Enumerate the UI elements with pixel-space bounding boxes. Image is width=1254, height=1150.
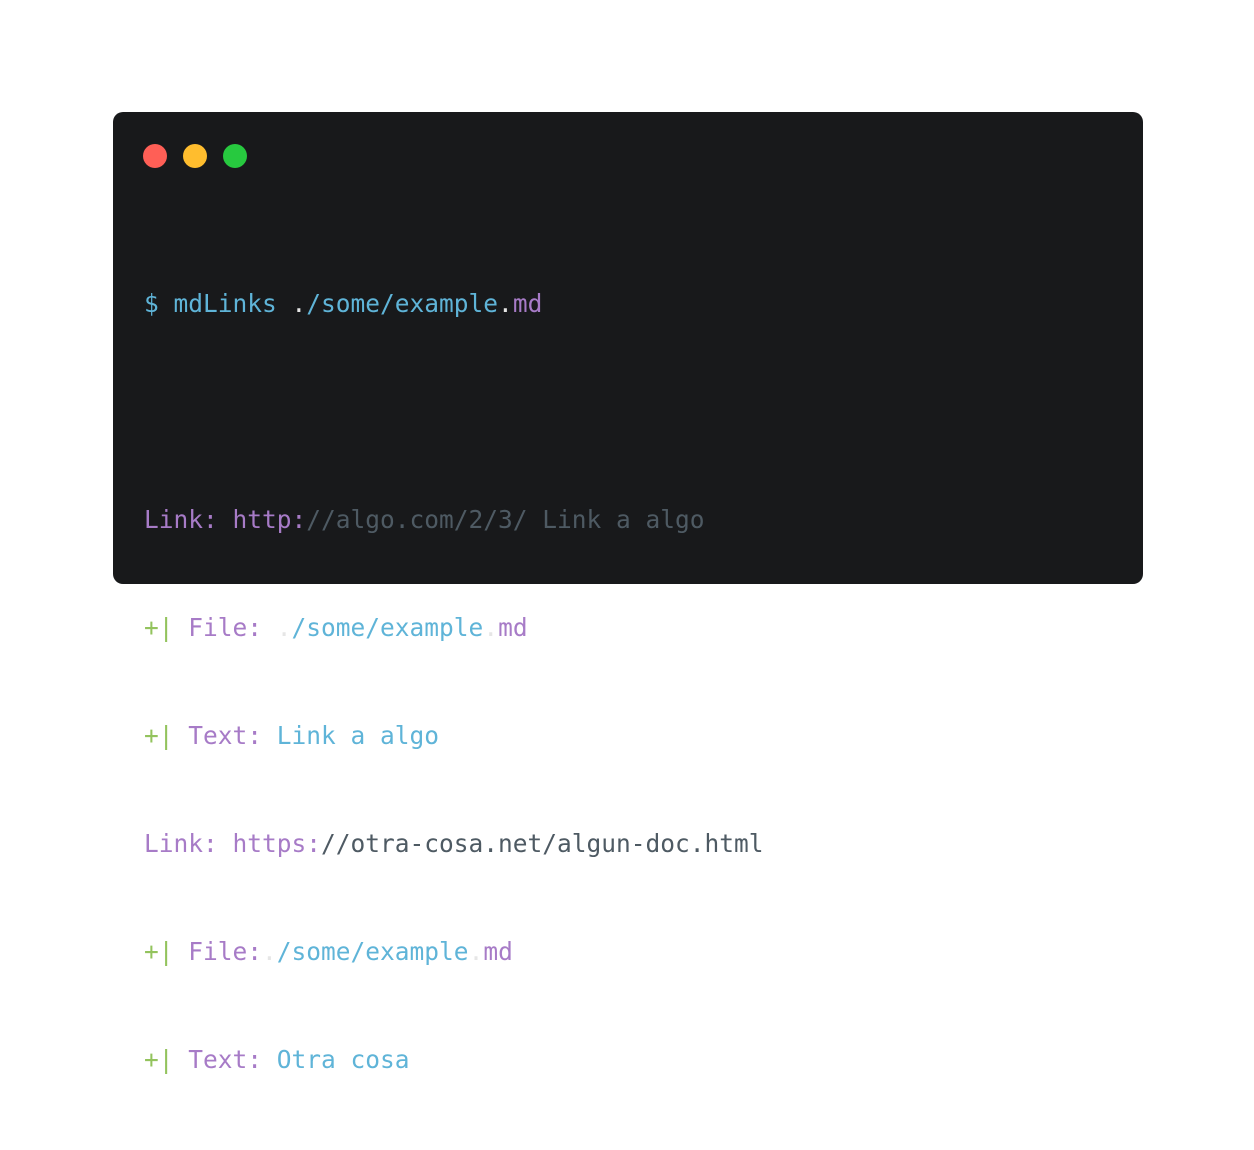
file-label: File: [173,613,277,642]
link-label: Link: [144,829,233,858]
maximize-button[interactable] [223,144,247,168]
diff-marker: +| [144,1045,174,1074]
text-line-1: +| Text: Link a algo [144,718,764,754]
path-text: /some/example [276,937,469,966]
file-line-1: +| File: ./some/example.md [144,610,764,646]
diff-marker: +| [144,937,174,966]
text-label: Text: [173,1045,277,1074]
diff-marker: +| [144,721,174,750]
terminal-window: $ mdLinks ./some/example.md Link: http:/… [113,112,1143,1074]
path-dot: . [291,289,307,318]
path-extension: md [483,937,513,966]
link-line-2: Link: https://otra-cosa.net/algun-doc.ht… [144,826,764,862]
path-text: /some/example [306,289,499,318]
link-rest: //algo.com/2/3/ Link a algo [306,505,705,534]
text-value: Otra cosa [276,1045,410,1074]
path-extension: md [498,613,528,642]
command-line: $ mdLinks ./some/example.md [144,286,764,322]
text-value: Link a algo [276,721,440,750]
text-line-2: +| Text: Otra cosa [144,1042,764,1078]
path-dot: . [276,613,292,642]
terminal-output: $ mdLinks ./some/example.md Link: http:/… [144,214,764,1150]
path-dot: . [262,937,277,966]
path-dot: . [483,613,499,642]
link-scheme: http: [232,505,307,534]
path-text: /some/example [291,613,484,642]
window-controls [143,144,247,168]
minimize-button[interactable] [183,144,207,168]
path-dot: . [468,937,484,966]
link-line-1: Link: http://algo.com/2/3/ Link a algo [144,502,764,538]
text-label: Text: [173,721,277,750]
diff-marker: +| [144,613,174,642]
link-rest: //otra-cosa.net/algun-doc.html [321,829,764,858]
path-extension: md [512,289,543,318]
link-scheme: https: [232,829,322,858]
path-dot: . [498,289,513,318]
file-line-2: +| File:./some/example.md [144,934,764,970]
file-label: File: [173,937,263,966]
close-button[interactable] [143,144,167,168]
command-prompt: $ mdLinks [144,289,292,318]
link-label: Link: [144,505,233,534]
